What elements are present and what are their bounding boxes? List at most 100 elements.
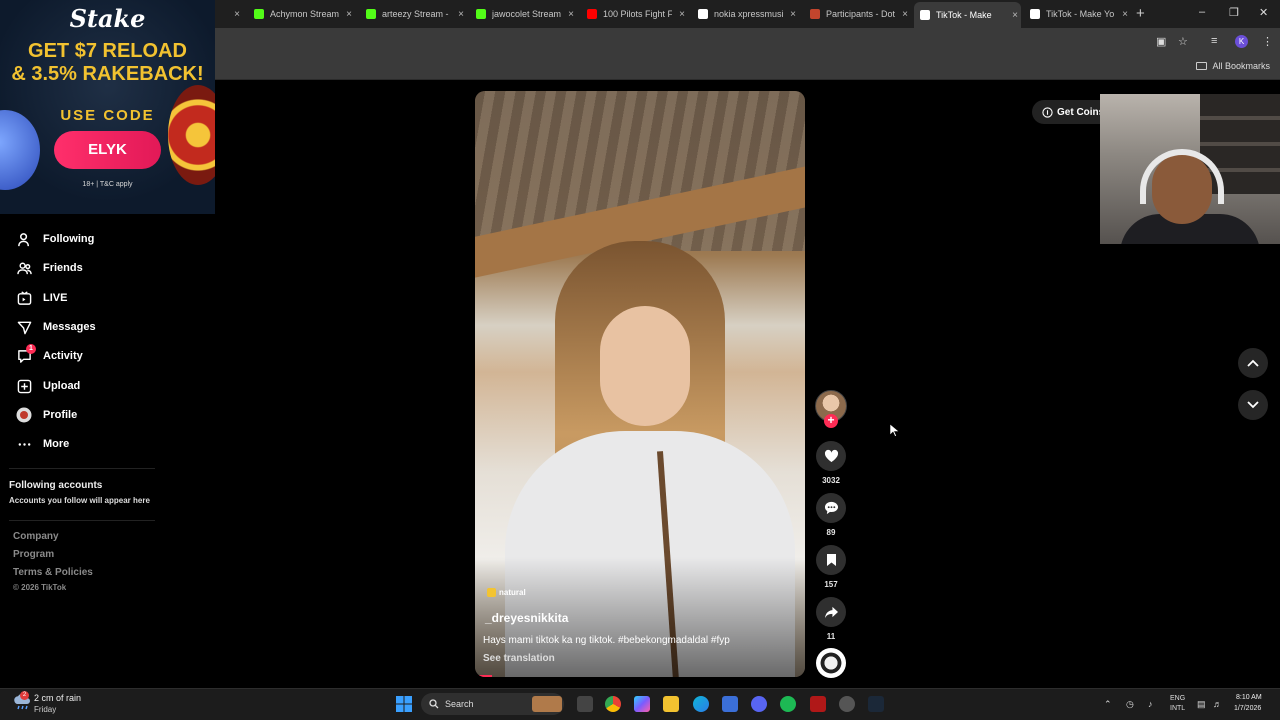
tray-overflow-icon[interactable]: ⌃ (1104, 699, 1112, 710)
browser-tab[interactable]: nokia xpressmusic × (692, 4, 799, 24)
stake-ad-overlay: Stake GET $7 RELOAD & 3.5% RAKEBACK! USE… (0, 0, 215, 214)
messages-icon (16, 319, 32, 335)
see-translation-link[interactable]: See translation (483, 653, 555, 664)
file-explorer-icon[interactable] (663, 696, 679, 712)
start-button[interactable] (396, 696, 412, 717)
ad-headline-1: GET $7 RELOAD (28, 40, 187, 62)
sidebar-item-label: More (43, 438, 70, 450)
footer-link-terms[interactable]: Terms & Policies (13, 567, 93, 578)
browser-tab[interactable]: arteezy Stream - V × (360, 4, 467, 24)
browser-menu-icon[interactable]: ⋮ (1262, 35, 1273, 48)
window-close-icon[interactable]: ✕ (1259, 6, 1268, 19)
comment-button[interactable] (816, 493, 846, 523)
copilot-icon[interactable] (634, 696, 650, 712)
new-tab-button[interactable]: + (1136, 5, 1145, 22)
folder-icon (1196, 62, 1208, 70)
follow-button[interactable]: + (824, 414, 838, 428)
install-app-icon[interactable]: ▣ (1156, 35, 1166, 48)
all-bookmarks-button[interactable]: All Bookmarks (1196, 61, 1270, 71)
sidebar-item-more[interactable]: More (16, 434, 69, 454)
webcam-overlay (1100, 94, 1280, 244)
microphone-icon[interactable]: ♪ (1148, 699, 1153, 709)
tab-close-icon[interactable]: × (1009, 10, 1021, 21)
minimize-icon[interactable]: – (1199, 6, 1205, 18)
browser-tab[interactable]: TikTok - Make Yo × (1024, 4, 1131, 24)
share-button[interactable] (816, 597, 846, 627)
sidebar-item-label: LIVE (43, 292, 68, 304)
chevron-up-icon (1247, 359, 1259, 367)
browser-tab[interactable]: Achymon Stream - × (248, 4, 355, 24)
video-username[interactable]: _dreyesnikkita (485, 611, 568, 625)
store-icon[interactable] (722, 696, 738, 712)
ad-headline-2: & 3.5% RAKEBACK! (11, 63, 204, 85)
steam-icon[interactable] (868, 696, 884, 712)
task-view-icon[interactable] (577, 696, 593, 712)
activity-badge: 1 (26, 344, 36, 354)
tab-favicon-icon (366, 9, 376, 19)
video-effect-tag[interactable]: natural (487, 588, 526, 597)
sidebar-item-friends[interactable]: Friends (16, 258, 83, 278)
next-video-button[interactable] (1238, 390, 1268, 420)
sidebar-item-messages[interactable]: Messages (16, 317, 96, 337)
video-progress-bar[interactable] (475, 675, 492, 677)
sidebar-item-upload[interactable]: Upload (16, 376, 80, 396)
sidebar-item-profile[interactable]: Profile (16, 405, 77, 425)
keyboard-layout-indicator[interactable]: INTL (1170, 705, 1185, 712)
browser-tab[interactable]: 100 Pilots Fight F × (581, 4, 688, 24)
tab-close-icon[interactable]: × (899, 9, 911, 20)
sidebar-item-activity[interactable]: 1 Activity (16, 344, 83, 366)
footer-link-company[interactable]: Company (13, 531, 59, 542)
network-icon[interactable]: ◷ (1126, 699, 1134, 710)
tab-title: Participants - Dot (826, 9, 895, 19)
sidebar-divider (9, 468, 155, 469)
sidebar-item-following[interactable]: Following (16, 229, 94, 249)
edge-icon[interactable] (693, 696, 709, 712)
settings-app-icon[interactable] (839, 696, 855, 712)
tab-close-icon[interactable]: × (231, 9, 243, 20)
tab-close-icon[interactable]: × (565, 9, 577, 20)
previous-video-button[interactable] (1238, 348, 1268, 378)
tab-close-icon[interactable]: × (343, 9, 355, 20)
browser-tab[interactable]: Participants - Dot × (804, 4, 911, 24)
footer-copyright: © 2026 TikTok (13, 583, 67, 592)
clock-time[interactable]: 8:10 AM (1236, 694, 1262, 701)
sidebar-item-live[interactable]: LIVE (16, 288, 67, 308)
profile-avatar[interactable]: K (1235, 35, 1248, 48)
browser-tab[interactable]: TikTok - Make × (914, 2, 1021, 28)
language-indicator[interactable]: ENG (1170, 695, 1185, 702)
following-accounts-title: Following accounts (9, 480, 103, 491)
clock-date[interactable]: 1/7/2026 (1234, 705, 1261, 712)
dota-icon[interactable] (810, 696, 826, 712)
tab-favicon-icon (698, 9, 708, 19)
tab-close-icon[interactable]: × (1119, 9, 1131, 20)
volume-icon[interactable]: ♬ (1213, 699, 1222, 709)
music-disc[interactable] (816, 648, 846, 678)
sidebar-item-label: Friends (43, 262, 83, 274)
profile-icon (16, 407, 32, 423)
tab-close-icon[interactable]: × (787, 9, 799, 20)
bookmark-star-icon[interactable]: ☆ (1178, 35, 1188, 48)
tab-close-icon[interactable]: × (676, 9, 688, 20)
discord-icon[interactable] (751, 696, 767, 712)
footer-link-program[interactable]: Program (13, 549, 54, 560)
maximize-icon[interactable]: ❐ (1229, 6, 1239, 19)
spotify-icon[interactable] (780, 696, 796, 712)
sidebar-item-label: Following (43, 233, 95, 245)
like-button[interactable] (816, 441, 846, 471)
browser-tab[interactable]: × (215, 4, 243, 24)
video-player[interactable]: natural _dreyesnikkita Hays mami tiktok … (475, 91, 805, 677)
browser-tab[interactable]: jawocolet Stream × (470, 4, 577, 24)
ad-use-code-label: USE CODE (60, 107, 155, 124)
tab-close-icon[interactable]: × (455, 9, 467, 20)
tab-title: 100 Pilots Fight F (603, 9, 672, 19)
coin-icon (1042, 106, 1053, 118)
tab-search-icon[interactable]: ≡ (1211, 35, 1217, 47)
wifi-icon[interactable]: ▤ (1197, 699, 1206, 710)
tab-favicon-icon (810, 9, 820, 19)
sidebar-divider (9, 520, 155, 521)
tab-title: jawocolet Stream (492, 9, 561, 19)
tab-title: nokia xpressmusic (714, 9, 783, 19)
chrome-icon[interactable] (605, 696, 621, 712)
save-button[interactable] (816, 545, 846, 575)
weather-text[interactable]: 2 cm of rain (34, 693, 81, 703)
